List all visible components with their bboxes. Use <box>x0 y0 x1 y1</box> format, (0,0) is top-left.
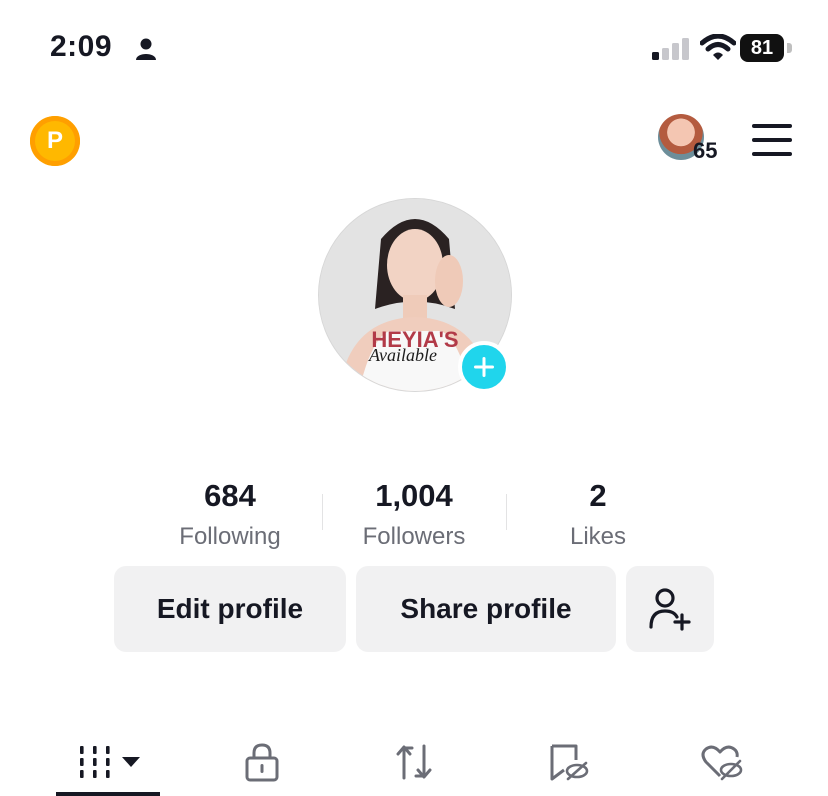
signal-icon <box>652 38 689 60</box>
stat-followers[interactable]: 1,004 Followers <box>324 478 504 551</box>
stat-followers-value: 1,004 <box>375 478 453 513</box>
bookmark-hidden-icon[interactable] <box>546 742 590 782</box>
stat-divider <box>322 494 323 530</box>
share-profile-button[interactable]: Share profile <box>356 566 616 652</box>
coin-icon[interactable]: P <box>30 116 80 166</box>
heart-hidden-icon[interactable] <box>700 742 744 782</box>
stat-following-label: Following <box>179 523 281 550</box>
coin-label: P <box>46 127 63 154</box>
wifi-icon <box>700 34 736 60</box>
person-icon <box>136 38 156 60</box>
photo-subtext: Available <box>368 345 437 365</box>
tab-selected-indicator <box>56 792 160 796</box>
add-person-icon <box>649 588 691 631</box>
stat-likes-label: Likes <box>569 523 627 550</box>
plus-icon <box>474 357 494 377</box>
stat-likes[interactable]: 2 Likes <box>508 478 688 551</box>
status-time: 2:09 <box>50 30 113 63</box>
stat-following-value: 684 <box>204 478 256 513</box>
stat-divider <box>506 494 507 530</box>
menu-icon[interactable] <box>752 124 792 156</box>
edit-profile-button[interactable]: Edit profile <box>114 566 346 652</box>
lock-icon[interactable] <box>240 742 284 782</box>
repost-icon[interactable] <box>392 742 436 782</box>
stat-likes-value: 2 <box>589 478 607 513</box>
battery-level: 81 <box>750 37 774 59</box>
grid-icon[interactable] <box>78 742 144 782</box>
friends-count: 65 <box>693 138 718 163</box>
stat-followers-label: Followers <box>362 523 466 550</box>
stat-following[interactable]: 684 Following <box>140 478 320 551</box>
add-photo-button[interactable] <box>458 341 510 393</box>
add-friend-button[interactable] <box>626 566 714 652</box>
battery-icon: 81 <box>740 34 792 62</box>
